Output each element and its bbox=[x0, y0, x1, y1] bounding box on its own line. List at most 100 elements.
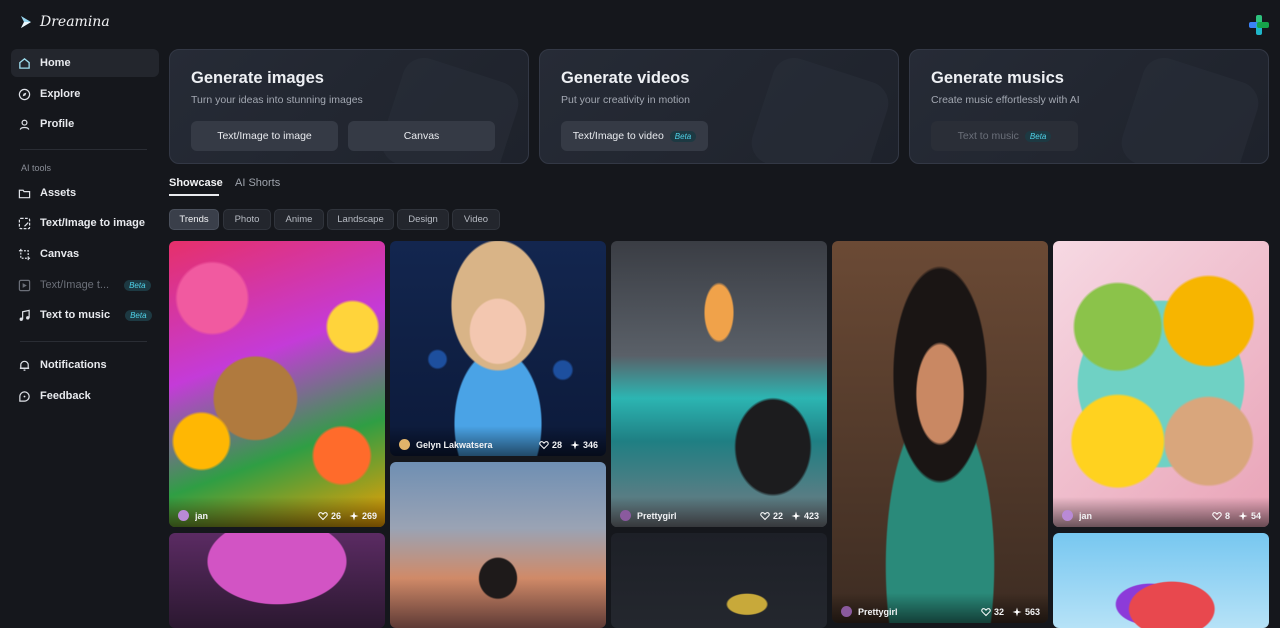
sidebar-divider bbox=[20, 341, 147, 342]
app-root: Dreamina Home Explore Profile AI tools A… bbox=[0, 0, 1280, 628]
gallery-item[interactable] bbox=[1053, 533, 1269, 628]
likes-stat[interactable]: 22 bbox=[760, 511, 783, 521]
sidebar-item-text-image-to-image[interactable]: Text/Image to image bbox=[11, 209, 159, 237]
sidebar-item-label: Feedback bbox=[40, 390, 91, 402]
gallery-item[interactable]: Gelyn Lakwatsera 28 346 bbox=[390, 241, 606, 456]
card-subtitle: Create music effortlessly with AI bbox=[931, 94, 1080, 106]
tab-showcase[interactable]: Showcase bbox=[169, 177, 223, 189]
avatar bbox=[841, 606, 852, 617]
heart-icon bbox=[539, 441, 549, 450]
likes-stat[interactable]: 28 bbox=[539, 440, 562, 450]
likes-count: 26 bbox=[330, 511, 341, 521]
active-tab-indicator bbox=[169, 194, 219, 196]
gallery-item-meta: jan 8 54 bbox=[1053, 497, 1269, 527]
filter-anime[interactable]: Anime bbox=[274, 209, 324, 230]
sidebar-item-label: Canvas bbox=[40, 248, 80, 260]
sparkle-icon bbox=[791, 511, 801, 521]
music-note-icon bbox=[19, 309, 30, 321]
generate-videos-card: Generate videos Put your creativity in m… bbox=[539, 49, 899, 164]
app-switcher-icon[interactable] bbox=[1248, 14, 1270, 36]
filter-video[interactable]: Video bbox=[452, 209, 500, 230]
sparkle-icon bbox=[570, 440, 580, 450]
gallery-item-meta: Gelyn Lakwatsera 28 346 bbox=[390, 426, 606, 456]
home-icon bbox=[19, 57, 30, 69]
sparkle-icon bbox=[1012, 607, 1022, 617]
likes-stat[interactable]: 8 bbox=[1212, 511, 1230, 521]
filter-landscape[interactable]: Landscape bbox=[327, 209, 394, 230]
sidebar-item-notifications[interactable]: Notifications bbox=[11, 351, 159, 379]
heart-icon bbox=[760, 512, 770, 521]
filter-design[interactable]: Design bbox=[397, 209, 449, 230]
filter-trends[interactable]: Trends bbox=[169, 209, 219, 230]
logo[interactable]: Dreamina bbox=[18, 14, 110, 30]
gallery-item[interactable] bbox=[390, 462, 606, 628]
card-subtitle: Put your creativity in motion bbox=[561, 94, 690, 106]
image-edit-icon bbox=[18, 217, 31, 229]
card-title: Generate videos bbox=[561, 69, 690, 87]
sidebar-item-canvas[interactable]: Canvas bbox=[11, 240, 159, 268]
text-image-to-image-button[interactable]: Text/Image to image bbox=[191, 121, 338, 151]
music-decor-icon bbox=[1115, 52, 1265, 163]
sidebar-item-text-to-music[interactable]: Text to music Beta bbox=[11, 301, 159, 329]
beta-badge: Beta bbox=[669, 130, 697, 142]
likes-stat[interactable]: 32 bbox=[981, 607, 1004, 617]
author-name: Gelyn Lakwatsera bbox=[416, 440, 493, 450]
text-image-to-video-button[interactable]: Text/Image to video Beta bbox=[561, 121, 708, 151]
author-name: jan bbox=[195, 511, 209, 521]
sidebar-item-profile[interactable]: Profile bbox=[11, 110, 159, 138]
gallery-item[interactable]: Prettygirl 22 423 bbox=[611, 241, 827, 527]
heart-icon bbox=[318, 512, 328, 521]
likes-stat[interactable]: 26 bbox=[318, 511, 341, 521]
avatar bbox=[399, 439, 410, 450]
likes-count: 32 bbox=[993, 607, 1004, 617]
uses-stat: 346 bbox=[570, 440, 598, 450]
likes-count: 28 bbox=[551, 440, 562, 450]
canvas-button[interactable]: Canvas bbox=[348, 121, 495, 151]
gallery-item[interactable]: jan 26 269 bbox=[169, 241, 385, 527]
sparkle-icon bbox=[1238, 511, 1248, 521]
sidebar-item-home[interactable]: Home bbox=[11, 49, 159, 77]
compass-icon bbox=[18, 88, 31, 100]
folder-icon bbox=[18, 189, 31, 198]
author-name: Prettygirl bbox=[637, 511, 677, 521]
uses-count: 54 bbox=[1250, 511, 1261, 521]
uses-stat: 269 bbox=[349, 511, 377, 521]
sidebar-item-label: Notifications bbox=[40, 359, 107, 371]
ai-tools-label: AI tools bbox=[21, 163, 52, 173]
heart-icon bbox=[981, 608, 991, 617]
sidebar-item-feedback[interactable]: Feedback bbox=[11, 382, 159, 410]
sidebar-item-label: Text/Image t... bbox=[40, 279, 110, 291]
button-label: Text to music bbox=[957, 130, 1019, 142]
sidebar-item-label: Explore bbox=[40, 88, 81, 100]
uses-count: 563 bbox=[1024, 607, 1040, 617]
avatar bbox=[620, 510, 631, 521]
card-title: Generate musics bbox=[931, 69, 1064, 87]
gallery-item[interactable]: Prettygirl 32 563 bbox=[832, 241, 1048, 623]
gallery-item[interactable] bbox=[169, 533, 385, 628]
video-edit-icon bbox=[18, 279, 31, 291]
sidebar: Dreamina Home Explore Profile AI tools A… bbox=[0, 0, 170, 628]
gallery-item[interactable]: jan 8 54 bbox=[1053, 241, 1269, 527]
author-name: Prettygirl bbox=[858, 607, 898, 617]
generate-images-card: Generate images Turn your ideas into stu… bbox=[169, 49, 529, 164]
sidebar-item-text-image-to-video[interactable]: Text/Image t... Beta bbox=[11, 271, 159, 299]
gallery-item[interactable] bbox=[611, 533, 827, 628]
button-label: Text/Image to video bbox=[572, 130, 664, 142]
filter-photo[interactable]: Photo bbox=[223, 209, 271, 230]
beta-badge: Beta bbox=[125, 309, 152, 321]
gallery-item-meta: Prettygirl 22 423 bbox=[611, 497, 827, 527]
card-subtitle: Turn your ideas into stunning images bbox=[191, 94, 363, 106]
likes-count: 22 bbox=[772, 511, 783, 521]
app-name: Dreamina bbox=[40, 14, 110, 30]
feedback-icon bbox=[19, 390, 30, 402]
tab-ai-shorts[interactable]: AI Shorts bbox=[235, 177, 280, 189]
text-to-music-button[interactable]: Text to music Beta bbox=[931, 121, 1078, 151]
canvas-icon bbox=[18, 248, 31, 260]
sidebar-item-label: Text to music bbox=[40, 309, 111, 321]
button-label: Text/Image to image bbox=[217, 130, 312, 142]
author-name: jan bbox=[1079, 511, 1093, 521]
sidebar-item-explore[interactable]: Explore bbox=[11, 80, 159, 108]
gallery-item-meta: jan 26 269 bbox=[169, 497, 385, 527]
user-icon bbox=[19, 119, 30, 130]
sidebar-item-assets[interactable]: Assets bbox=[11, 179, 159, 207]
